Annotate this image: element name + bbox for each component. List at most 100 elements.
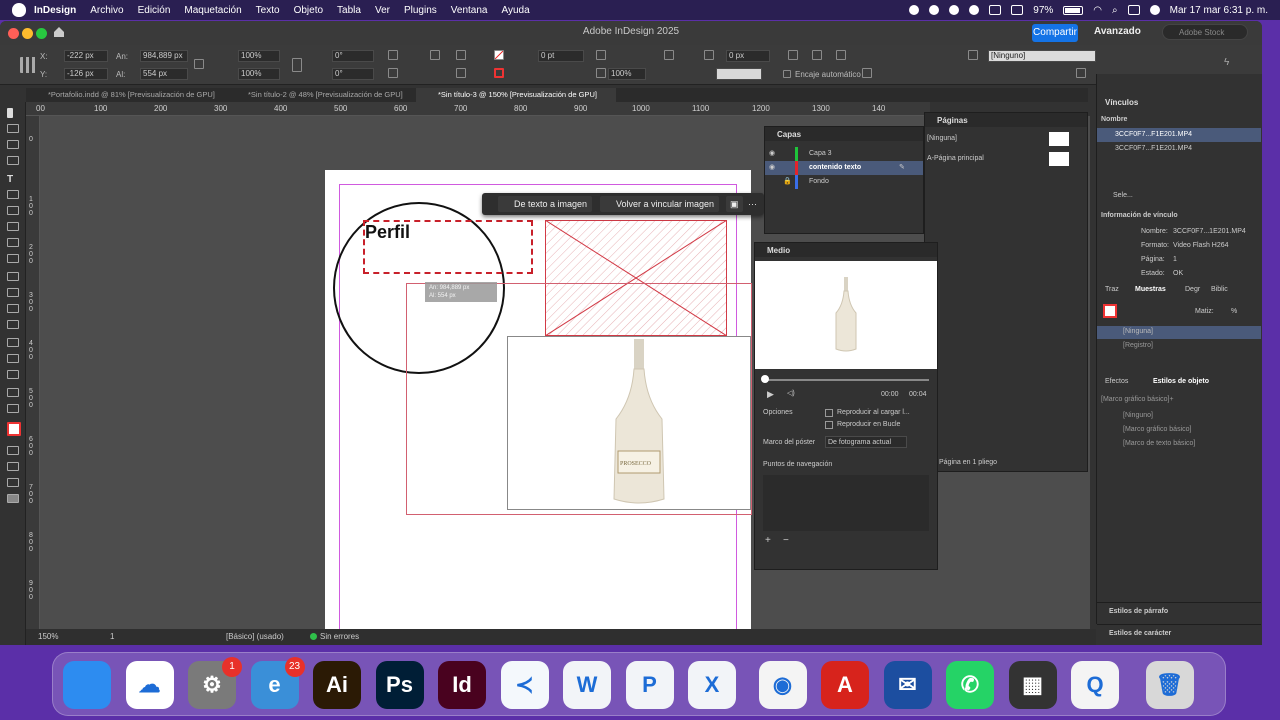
relink-image-button[interactable]: Volver a vincular imagen: [600, 196, 720, 212]
rectangle-tool-icon[interactable]: [7, 254, 19, 263]
link-row[interactable]: 3CCF0F7...F1E201.MP4: [1097, 128, 1261, 142]
dock-quicktime-icon[interactable]: Q: [1071, 661, 1119, 709]
frame-fitting-icon[interactable]: [704, 50, 714, 60]
gradient-tool-icon[interactable]: [7, 304, 19, 313]
selection-tool-icon[interactable]: [7, 108, 13, 118]
dock-illustrator-icon[interactable]: Ai: [313, 661, 361, 709]
drop-shadow-icon[interactable]: [596, 68, 606, 78]
apply-color-icon[interactable]: [7, 462, 19, 471]
nav-points-list[interactable]: [763, 475, 929, 531]
horizontal-ruler[interactable]: 00 100 200 300 400 500 600 700 800 900 1…: [26, 102, 930, 116]
control-center-icon[interactable]: [1127, 5, 1140, 15]
character-styles-collapsed[interactable]: Estilos de carácter: [1097, 624, 1261, 642]
tab-libraries[interactable]: Biblic: [1211, 286, 1228, 293]
page-tool-icon[interactable]: [7, 140, 19, 149]
more-options-button[interactable]: ···: [744, 196, 761, 212]
lock-icon[interactable]: 🔒: [783, 177, 792, 185]
fill-swatch-icon[interactable]: [494, 50, 504, 60]
loop-checkbox[interactable]: [825, 421, 833, 429]
align-left-icon[interactable]: [788, 50, 798, 60]
tab-portafolio[interactable]: *Portafolio.indd @ 81% [Previsualización…: [26, 88, 236, 102]
reference-point-icon[interactable]: [20, 57, 36, 73]
tab-sin-titulo-2[interactable]: *Sin título-2 @ 48% [Previsualización de…: [226, 88, 416, 102]
tab-object-styles[interactable]: Estilos de objeto: [1153, 378, 1209, 385]
type-tool-icon[interactable]: T: [7, 174, 19, 185]
dock-papelera-icon[interactable]: 🗑: [1145, 661, 1194, 709]
add-point-button[interactable]: +: [765, 535, 771, 546]
gradient-feather-tool-icon[interactable]: [7, 320, 19, 329]
rotate-cw-icon[interactable]: [388, 50, 398, 60]
remove-point-button[interactable]: −: [783, 535, 789, 546]
menu-tabla[interactable]: Tabla: [337, 5, 361, 16]
align-center-icon[interactable]: [812, 50, 822, 60]
scale-x-field[interactable]: 100%: [238, 50, 280, 62]
menu-maquetacion[interactable]: Maquetación: [184, 5, 241, 16]
link-scale-icon[interactable]: [292, 58, 302, 72]
paragraph-styles-collapsed[interactable]: Estilos de párrafo: [1097, 602, 1261, 620]
play-icon[interactable]: ▶: [767, 389, 774, 400]
tab-sin-titulo-3[interactable]: *Sin título-3 @ 150% [Previsualización d…: [416, 88, 616, 102]
pencil-tool-icon[interactable]: [7, 222, 19, 231]
heading-text[interactable]: Perfil: [365, 222, 410, 243]
formatting-affects-icon[interactable]: [7, 446, 19, 455]
dock-indesign-icon[interactable]: Id: [438, 661, 486, 709]
menu-ventana[interactable]: Ventana: [451, 5, 488, 16]
tab-stroke[interactable]: Traz: [1105, 286, 1119, 293]
zoom-tool-icon[interactable]: [7, 404, 19, 413]
text-to-image-button[interactable]: De texto a imagen: [498, 196, 593, 212]
flip-horizontal-icon[interactable]: [430, 50, 440, 60]
distribute-icon[interactable]: [862, 68, 872, 78]
menu-app-name[interactable]: InDesign: [34, 5, 76, 16]
free-transform-tool-icon[interactable]: [7, 288, 19, 297]
stock-search-input[interactable]: Adobe Stock: [1162, 24, 1248, 40]
select-container-icon[interactable]: [456, 50, 466, 60]
bottle-image-frame[interactable]: PROSECCO: [507, 336, 751, 510]
screen-mirroring-icon[interactable]: [989, 5, 1002, 15]
dock-chrome-icon[interactable]: ◉: [758, 661, 807, 709]
text-frame[interactable]: Perfil: [363, 220, 533, 274]
tab-effects[interactable]: Efectos: [1105, 378, 1128, 385]
links-column-header[interactable]: Nombre: [1101, 116, 1127, 123]
dock-preferencias-icon[interactable]: ⚙ 1: [188, 657, 242, 709]
eye-icon[interactable]: ◉: [769, 149, 775, 157]
dock-word-icon[interactable]: W: [563, 661, 611, 709]
dock-finder-icon[interactable]: [63, 661, 111, 709]
y-field[interactable]: -126 px: [64, 68, 108, 80]
dock-vs-code-icon[interactable]: ≺: [500, 661, 549, 709]
apple-logo-icon[interactable]: [12, 3, 26, 17]
menu-texto[interactable]: Texto: [256, 5, 280, 16]
clock[interactable]: Mar 17 mar 6:31 p. m.: [1170, 5, 1268, 16]
stroke-weight-field[interactable]: 0 pt: [538, 50, 584, 62]
menu-ayuda[interactable]: Ayuda: [502, 5, 530, 16]
tab-swatches[interactable]: Muestras: [1135, 286, 1166, 293]
object-style-icon[interactable]: [968, 50, 978, 60]
swatch-row[interactable]: [Ninguna]: [1097, 326, 1261, 339]
scale-y-field[interactable]: 100%: [238, 68, 280, 80]
screen-mode-icon[interactable]: [7, 478, 19, 487]
object-style-select[interactable]: [Ninguno]: [988, 50, 1096, 62]
dock-whatsapp-icon[interactable]: ✆: [946, 661, 994, 709]
master-none[interactable]: [Ninguna]: [925, 131, 1087, 147]
layer-row[interactable]: ◉ contenido texto ✎: [765, 161, 923, 175]
layer-name[interactable]: Fondo: [809, 178, 829, 185]
dock-mail-icon[interactable]: e 23: [250, 657, 305, 709]
fill-stroke-icon[interactable]: [1103, 304, 1117, 318]
swatch-row[interactable]: [Registro]: [1097, 340, 1261, 353]
shear-field[interactable]: 0°: [332, 68, 374, 80]
eye-icon[interactable]: ◉: [769, 163, 775, 171]
link-row[interactable]: 3CCF0F7...F1E201.MP4: [1097, 142, 1261, 156]
creative-cloud-icon[interactable]: [929, 5, 940, 15]
autofit-checkbox[interactable]: [783, 70, 791, 78]
fill-stroke-icon[interactable]: [7, 422, 21, 436]
dock-onedrive-icon[interactable]: ☁: [125, 661, 174, 709]
eyedropper-tool-icon[interactable]: [7, 354, 19, 363]
dock-powerpoint-icon[interactable]: P: [625, 661, 674, 709]
dock-acrobat-icon[interactable]: A: [821, 661, 869, 709]
height-field[interactable]: 554 px: [140, 68, 188, 80]
page-number[interactable]: 1: [110, 632, 114, 641]
select-content-icon[interactable]: [456, 68, 466, 78]
layer-name[interactable]: Capa 3: [809, 150, 832, 157]
layer-row[interactable]: 🔒 Fondo: [765, 175, 923, 189]
crop-icon[interactable]: ▣: [726, 196, 743, 212]
dock-photoshop-icon[interactable]: Ps: [375, 661, 424, 709]
